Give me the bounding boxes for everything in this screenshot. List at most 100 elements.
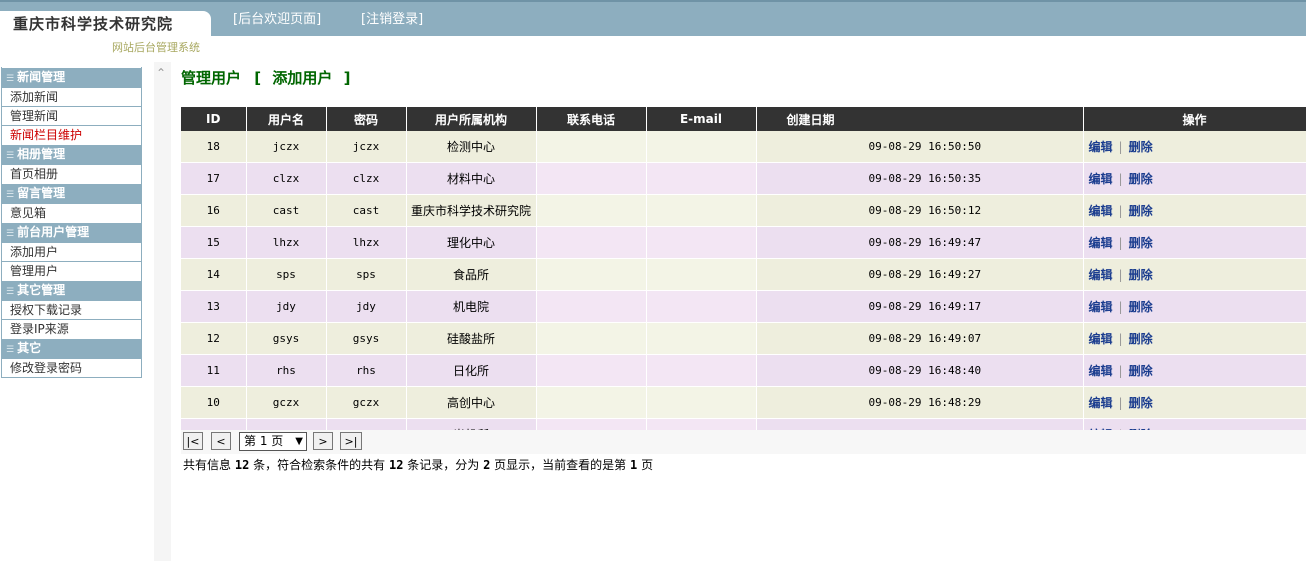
section-toggle-icon: ☰ — [6, 190, 15, 200]
sidebar-item-change-password[interactable]: 修改登录密码 — [2, 358, 141, 377]
col-header-id: ID — [181, 107, 247, 131]
edit-link[interactable]: 编辑 — [1089, 332, 1113, 346]
action-separator: | — [1118, 396, 1123, 410]
col-header-email: E-mail — [646, 107, 757, 131]
cell-organization: 食品所 — [406, 258, 537, 291]
cell-password: gczx — [326, 386, 407, 419]
table-row: 15 lhzx lhzx 理化中心 09-08-29 16:49:47 编辑 | 删除 — [181, 226, 1306, 259]
cell-actions: 编辑 | 删除 — [1083, 131, 1306, 163]
page-title: 管理用户 [ 添加用户 ] — [181, 67, 350, 88]
action-separator: | — [1118, 364, 1123, 378]
summary-text: 页 — [641, 458, 654, 472]
last-page-button[interactable]: >| — [340, 432, 362, 450]
cell-username: cast — [246, 194, 327, 227]
cell-password: cast — [326, 194, 407, 227]
sidebar-item-download-log[interactable]: 授权下载记录 — [2, 300, 141, 319]
table-header-row: ID 用户名 密码 用户所属机构 联系电话 E-mail 创建日期 操作 — [181, 107, 1306, 131]
action-separator: | — [1118, 172, 1123, 186]
cell-organization: 日化所 — [406, 354, 537, 387]
cell-id: 12 — [181, 322, 247, 355]
delete-link[interactable]: 删除 — [1129, 204, 1153, 218]
cell-username: lhzx — [246, 226, 327, 259]
cell-username: jczx — [246, 131, 327, 163]
cell-organization: 机电院 — [406, 290, 537, 323]
site-title: 重庆市科学技术研究院 — [13, 15, 174, 33]
summary-current: 1 — [630, 458, 638, 472]
users-table: ID 用户名 密码 用户所属机构 联系电话 E-mail 创建日期 操作 18 j… — [181, 107, 1306, 451]
cell-id: 10 — [181, 386, 247, 419]
sidebar-item-manage-users[interactable]: 管理用户 — [2, 261, 141, 280]
sidebar-section-other-mgmt[interactable]: ☰ 其它管理 — [2, 280, 141, 300]
cell-email — [646, 194, 757, 227]
page-select-value: 第 1 页 — [244, 434, 284, 448]
next-page-button[interactable]: > — [313, 432, 333, 450]
sidebar-item-manage-news[interactable]: 管理新闻 — [2, 106, 141, 125]
cell-created-date: 09-08-29 16:48:29 — [756, 386, 1084, 419]
first-page-button[interactable]: |< — [183, 432, 203, 450]
edit-link[interactable]: 编辑 — [1089, 172, 1113, 186]
site-subtitle: 网站后台管理系统 — [112, 41, 200, 54]
table-row: 17 clzx clzx 材料中心 09-08-29 16:50:35 编辑 | 删除 — [181, 162, 1306, 195]
sidebar-collapse-gutter[interactable]: ⌃ — [154, 62, 171, 561]
delete-link[interactable]: 删除 — [1129, 268, 1153, 282]
sidebar-item-add-news[interactable]: 添加新闻 — [2, 87, 141, 106]
delete-link[interactable]: 删除 — [1129, 396, 1153, 410]
sidebar-section-news[interactable]: ☰ 新闻管理 — [2, 67, 141, 87]
cell-username: rhs — [246, 354, 327, 387]
cell-username: gsys — [246, 322, 327, 355]
cell-created-date: 09-08-29 16:50:50 — [756, 131, 1084, 163]
sidebar-item-home-album[interactable]: 首页相册 — [2, 164, 141, 183]
table-body: 18 jczx jczx 检测中心 09-08-29 16:50:50 编辑 | 删除 17 cl… — [181, 131, 1306, 451]
chevron-up-icon[interactable]: ⌃ — [156, 66, 166, 80]
cell-created-date: 09-08-29 16:49:07 — [756, 322, 1084, 355]
sidebar-section-album[interactable]: ☰ 相册管理 — [2, 144, 141, 164]
add-user-link[interactable]: 添加用户 — [272, 69, 332, 87]
edit-link[interactable]: 编辑 — [1089, 364, 1113, 378]
section-toggle-icon: ☰ — [6, 287, 15, 297]
col-header-password: 密码 — [326, 107, 407, 131]
col-header-organization: 用户所属机构 — [406, 107, 537, 131]
sidebar-section-other[interactable]: ☰ 其它 — [2, 338, 141, 358]
table-row: 12 gsys gsys 硅酸盐所 09-08-29 16:49:07 编辑 | 删除 — [181, 322, 1306, 355]
cell-actions: 编辑 | 删除 — [1083, 226, 1306, 259]
delete-link[interactable]: 删除 — [1129, 140, 1153, 154]
sidebar-item-feedback[interactable]: 意见箱 — [2, 203, 141, 222]
prev-page-button[interactable]: < — [211, 432, 231, 450]
sidebar-item-news-columns[interactable]: 新闻栏目维护 — [2, 125, 141, 144]
delete-link[interactable]: 删除 — [1129, 236, 1153, 250]
edit-link[interactable]: 编辑 — [1089, 268, 1113, 282]
edit-link[interactable]: 编辑 — [1089, 204, 1113, 218]
sidebar-item-add-user[interactable]: 添加用户 — [2, 242, 141, 261]
page-select[interactable]: 第 1 页 ▼ — [239, 432, 307, 451]
table-row: 10 gczx gczx 高创中心 09-08-29 16:48:29 编辑 | 删除 — [181, 386, 1306, 419]
sidebar-item-login-ip[interactable]: 登录IP来源 — [2, 319, 141, 338]
cell-email — [646, 354, 757, 387]
cell-username: gczx — [246, 386, 327, 419]
sidebar-section-users[interactable]: ☰ 前台用户管理 — [2, 222, 141, 242]
sidebar-menu: ☰ 新闻管理 添加新闻 管理新闻 新闻栏目维护 ☰ 相册管理 首页相册 ☰ 留言管理 … — [1, 67, 142, 378]
cell-email — [646, 258, 757, 291]
cell-password: jdy — [326, 290, 407, 323]
edit-link[interactable]: 编辑 — [1089, 236, 1113, 250]
cell-phone — [536, 258, 647, 291]
delete-link[interactable]: 删除 — [1129, 300, 1153, 314]
table-row: 16 cast cast 重庆市科学技术研究院 09-08-29 16:50:12 编辑 |… — [181, 194, 1306, 227]
action-separator: | — [1118, 204, 1123, 218]
table-row: 11 rhs rhs 日化所 09-08-29 16:48:40 编辑 | 删除 — [181, 354, 1306, 387]
logout-link[interactable]: [注销登录] — [361, 8, 423, 27]
edit-link[interactable]: 编辑 — [1089, 140, 1113, 154]
section-toggle-icon: ☰ — [6, 345, 15, 355]
cell-password: sps — [326, 258, 407, 291]
edit-link[interactable]: 编辑 — [1089, 396, 1113, 410]
bracket-close: ] — [343, 69, 351, 87]
section-title: 新闻管理 — [17, 70, 66, 84]
cell-username: jdy — [246, 290, 327, 323]
welcome-page-link[interactable]: [后台欢迎页面] — [233, 8, 321, 27]
edit-link[interactable]: 编辑 — [1089, 300, 1113, 314]
cell-created-date: 09-08-29 16:49:47 — [756, 226, 1084, 259]
delete-link[interactable]: 删除 — [1129, 172, 1153, 186]
sidebar-section-messages[interactable]: ☰ 留言管理 — [2, 183, 141, 203]
cell-actions: 编辑 | 删除 — [1083, 354, 1306, 387]
delete-link[interactable]: 删除 — [1129, 332, 1153, 346]
delete-link[interactable]: 删除 — [1129, 364, 1153, 378]
